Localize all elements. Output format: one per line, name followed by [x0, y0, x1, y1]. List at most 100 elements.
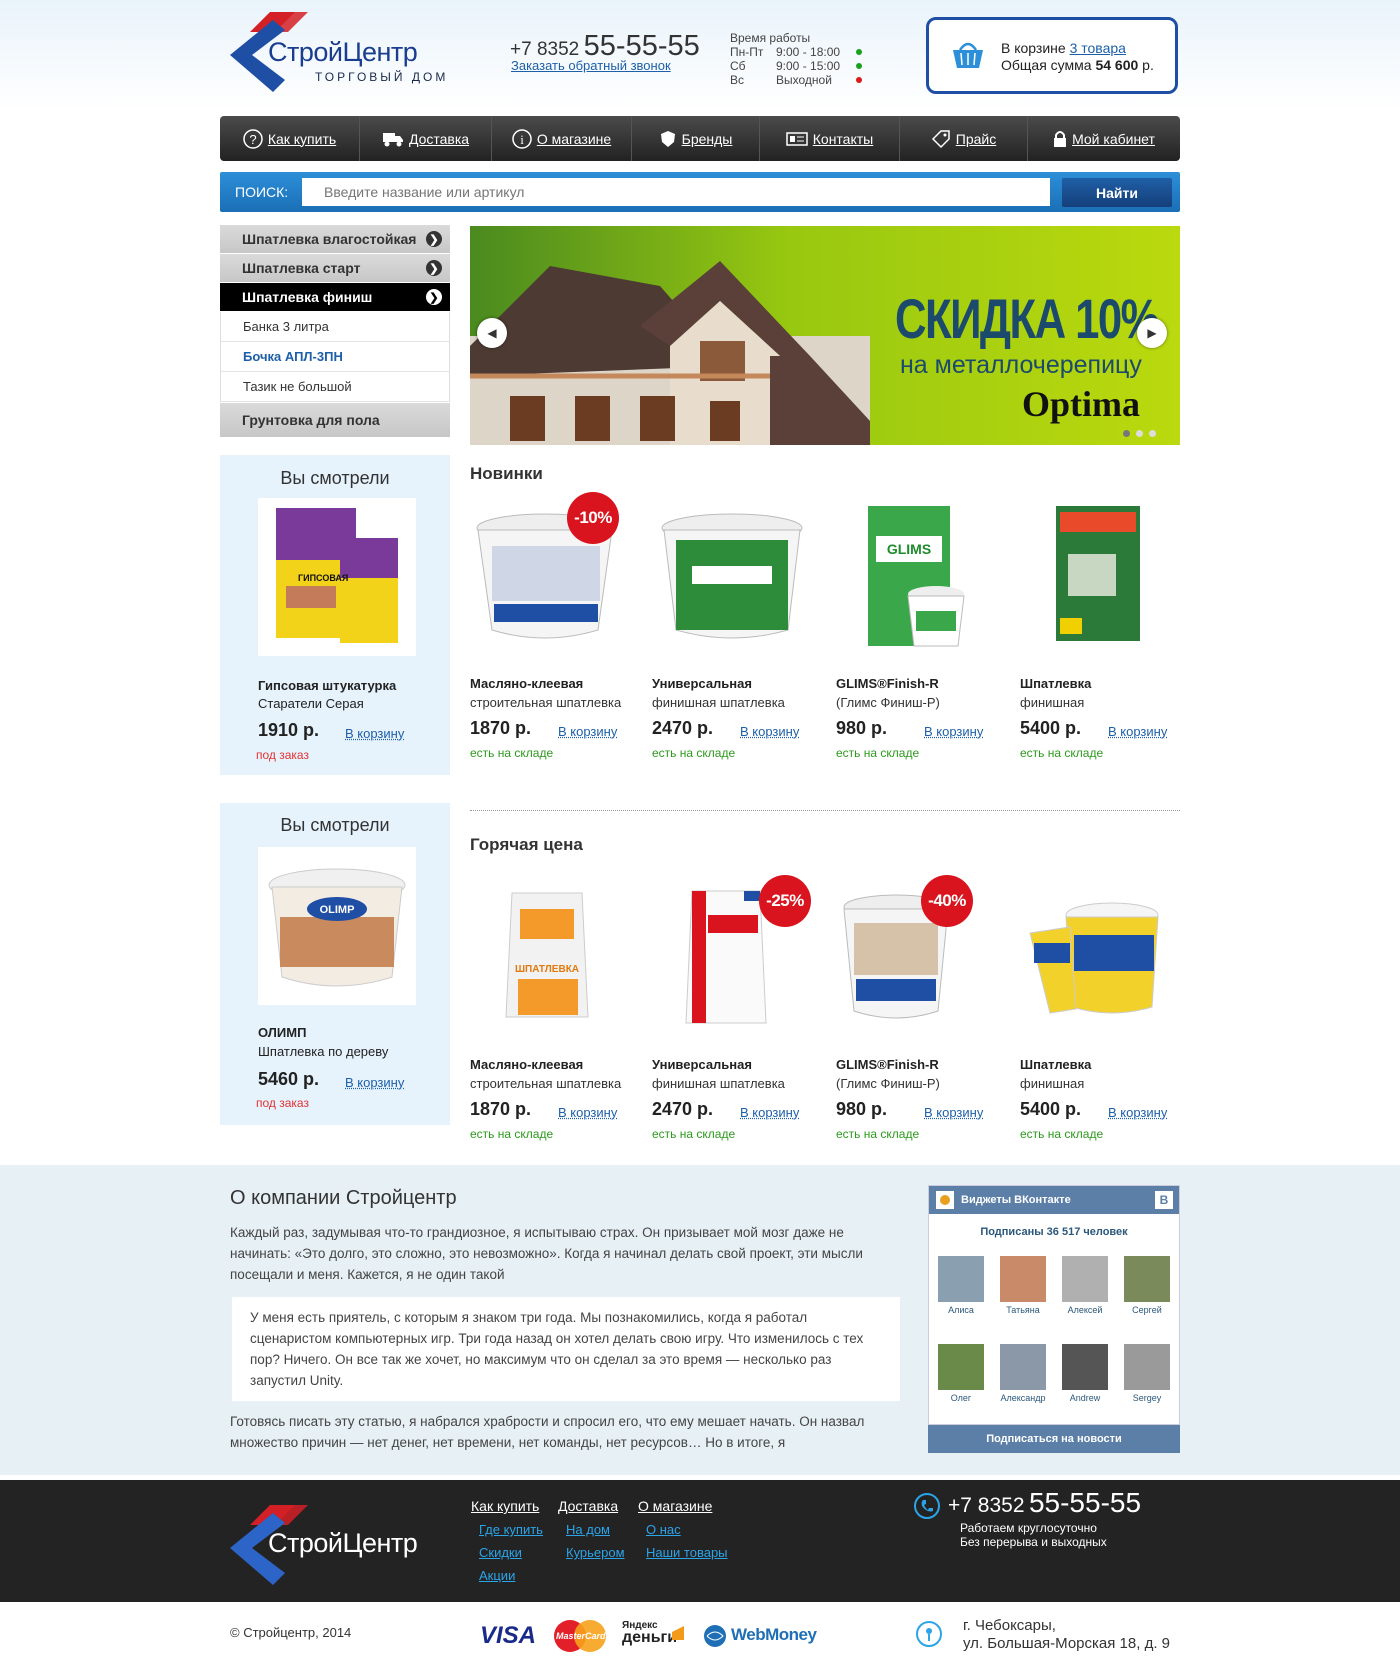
product-name[interactable]: Шпатлевка: [1020, 676, 1091, 691]
product-name[interactable]: Универсальная: [652, 676, 752, 691]
availability-status: есть на складе: [1020, 1127, 1104, 1141]
product-image[interactable]: GLIMS: [836, 506, 1006, 656]
nav-item-brands[interactable]: Бренды: [632, 116, 760, 161]
add-to-cart-link[interactable]: В корзину: [740, 1105, 799, 1120]
promo-banner[interactable]: СКИДКА 10% на металлочерепицу Optima ◀ ▶: [470, 226, 1180, 445]
callback-link[interactable]: Заказать обратный звонок: [511, 58, 671, 73]
banner-subline: на металлочерепицу: [900, 351, 1142, 379]
footer-link[interactable]: О нас: [646, 1522, 728, 1537]
work-line: Работаем круглосуточно: [960, 1521, 1097, 1535]
add-to-cart-link[interactable]: В корзину: [1108, 724, 1167, 739]
vk-friend[interactable]: Сергей: [1123, 1256, 1171, 1315]
nav-item-my-account[interactable]: Мой кабинет: [1028, 116, 1180, 161]
product-card[interactable]: Шпатлевка финишная 5400 р. В корзину ест…: [1020, 887, 1200, 1157]
svg-text:OLIMP: OLIMP: [320, 904, 355, 916]
footer-link[interactable]: Курьером: [566, 1545, 625, 1560]
add-to-cart-link[interactable]: В корзину: [924, 724, 983, 739]
product-name[interactable]: GLIMS®Finish-R: [836, 1057, 939, 1072]
vk-friend[interactable]: Andrew: [1061, 1344, 1109, 1403]
product-name[interactable]: GLIMS®Finish-R: [836, 676, 939, 691]
vk-title: Виджеты ВКонтакте: [961, 1194, 1071, 1206]
cart-items-link[interactable]: 3 товара: [1070, 40, 1126, 56]
add-to-cart-link[interactable]: В корзину: [558, 1105, 617, 1120]
add-to-cart-link[interactable]: В корзину: [345, 726, 404, 741]
product-name[interactable]: Масляно-клеевая: [470, 676, 583, 691]
search-input[interactable]: [302, 178, 1050, 206]
availability-status: есть на складе: [652, 1127, 736, 1141]
subcategory-item[interactable]: Тазик не большой: [220, 372, 450, 402]
vk-subscribe-button[interactable]: Подписаться на новости: [928, 1425, 1180, 1453]
category-item-active[interactable]: Шпатлевка финиш ❯: [220, 283, 450, 312]
product-card[interactable]: GLIMS GLIMS®Finish-R (Глимс Финиш-Р) 980…: [836, 506, 1016, 776]
banner-prev-arrow-icon[interactable]: ◀: [477, 318, 507, 348]
product-card[interactable]: Универсальная финишная шпатлевка 2470 р.…: [652, 506, 832, 776]
product-image[interactable]: [1020, 506, 1190, 656]
viewed-product-name[interactable]: Гипсовая штукатурка: [258, 678, 396, 693]
footer-link[interactable]: Акции: [479, 1568, 543, 1583]
vk-friend[interactable]: Олег: [937, 1344, 985, 1403]
cart-widget[interactable]: В корзине 3 товара Общая сумма 54 600 р.: [926, 17, 1178, 94]
vk-friend-name: Олег: [950, 1393, 972, 1403]
product-image[interactable]: ГИПСОВАЯ: [258, 498, 416, 656]
nav-item-about-store[interactable]: i О магазине: [492, 116, 632, 161]
add-to-cart-link[interactable]: В корзину: [1108, 1105, 1167, 1120]
product-price: 980 р.: [836, 1099, 888, 1119]
subcategory-item-selected[interactable]: Бочка АПЛ-3ПН: [220, 342, 450, 372]
footer-column-head[interactable]: Как купить: [471, 1498, 543, 1514]
search-button[interactable]: Найти: [1062, 178, 1172, 207]
vk-friend[interactable]: Алексей: [1061, 1256, 1109, 1315]
category-item[interactable]: Шпатлевка старт ❯: [220, 254, 450, 283]
product-card[interactable]: ШПАТЛЕВКА Масляно-клеевая строительная ш…: [470, 887, 650, 1157]
category-item[interactable]: Шпатлевка влагостойкая ❯: [220, 225, 450, 254]
product-desc: строительная шпатлевка: [470, 695, 622, 710]
banner-dot[interactable]: [1149, 430, 1156, 437]
footer-link[interactable]: Где купить: [479, 1522, 543, 1537]
add-to-cart-link[interactable]: В корзину: [345, 1075, 404, 1090]
viewed-product-name[interactable]: ОЛИМП: [258, 1025, 306, 1040]
product-name[interactable]: Универсальная: [652, 1057, 752, 1072]
phone-prefix: +7 8352: [948, 1494, 1025, 1517]
logo[interactable]: СтройЦентр ТОРГОВЫЙ ДОМ: [230, 10, 450, 95]
banner-next-arrow-icon[interactable]: ▶: [1137, 318, 1167, 348]
add-to-cart-link[interactable]: В корзину: [558, 724, 617, 739]
add-to-cart-link[interactable]: В корзину: [740, 724, 799, 739]
product-card[interactable]: Шпатлевка финишная 5400 р. В корзину ест…: [1020, 506, 1200, 776]
product-image[interactable]: OLIMP: [258, 847, 416, 1005]
discount-badge: -40%: [921, 875, 973, 927]
banner-dot[interactable]: [1136, 430, 1143, 437]
nav-item-delivery[interactable]: Доставка: [360, 116, 492, 161]
footer-logo[interactable]: СтройЦентр: [230, 1503, 418, 1588]
banner-dot[interactable]: [1123, 430, 1130, 437]
vk-friend[interactable]: Александр: [999, 1344, 1047, 1403]
product-desc: (Глимс Финиш-Р): [836, 1076, 940, 1091]
recently-viewed-box: Вы смотрели ГИПСОВАЯ Гипсовая штукатурка…: [220, 455, 450, 775]
add-to-cart-link[interactable]: В корзину: [924, 1105, 983, 1120]
nav-item-contacts[interactable]: Контакты: [760, 116, 900, 161]
cart-label: В корзине: [1001, 40, 1066, 56]
nav-item-how-to-buy[interactable]: ? Как купить: [220, 116, 360, 161]
vk-friend[interactable]: Татьяна: [999, 1256, 1047, 1315]
product-image[interactable]: [836, 887, 1006, 1037]
product-image[interactable]: ШПАТЛЕВКА: [470, 887, 640, 1037]
product-card[interactable]: -40% GLIMS®Finish-R (Глимс Финиш-Р) 980 …: [836, 875, 1016, 1157]
footer-link[interactable]: Наши товары: [646, 1545, 728, 1560]
product-name[interactable]: Масляно-клеевая: [470, 1057, 583, 1072]
product-name[interactable]: Шпатлевка: [1020, 1057, 1091, 1072]
nav-item-price[interactable]: Прайс: [900, 116, 1028, 161]
footer-column-head[interactable]: О магазине: [638, 1498, 728, 1514]
product-image[interactable]: [652, 506, 822, 656]
product-card[interactable]: -10% Масляно-клеевая строительная шпатле…: [470, 492, 650, 776]
question-icon: ?: [243, 128, 263, 149]
subcategory-item[interactable]: Банка 3 литра: [220, 312, 450, 342]
footer-link[interactable]: На дом: [566, 1522, 625, 1537]
vk-friend[interactable]: Sergey: [1123, 1344, 1171, 1403]
footer-address: г. Чебоксары, ул. Большая-Морская 18, д.…: [963, 1617, 1170, 1653]
product-card[interactable]: -25% Универсальная финишная шпатлевка 24…: [652, 875, 832, 1157]
vk-friend[interactable]: Алиса: [937, 1256, 985, 1315]
footer-link[interactable]: Скидки: [479, 1545, 543, 1560]
product-image[interactable]: [1020, 887, 1190, 1037]
footer-column-head[interactable]: Доставка: [558, 1498, 625, 1514]
footer-logo-title: СтройЦентр: [268, 1528, 418, 1558]
plaster-bags-image: ГИПСОВАЯ: [276, 508, 398, 643]
category-item[interactable]: Грунтовка для пола: [220, 402, 450, 438]
